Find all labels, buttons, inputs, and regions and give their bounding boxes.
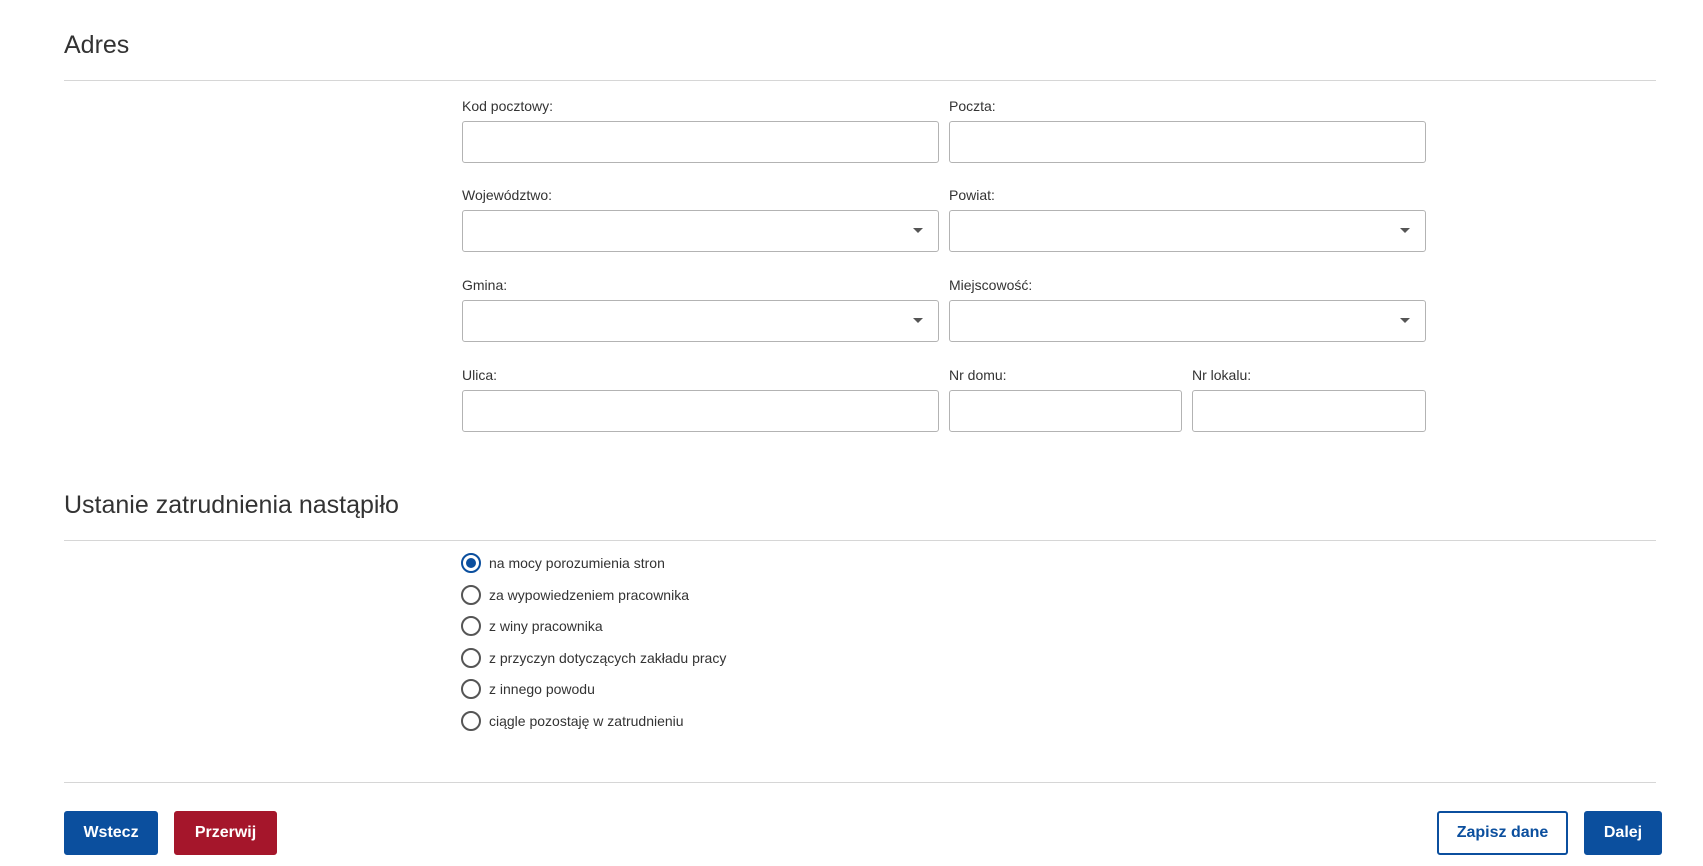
back-button[interactable]: Wstecz bbox=[64, 811, 158, 855]
apartment-number-label: Nr lokalu: bbox=[1192, 367, 1252, 383]
street-input[interactable] bbox=[463, 391, 938, 431]
radio-option[interactable]: z przyczyn dotyczących zakładu pracy bbox=[461, 647, 727, 668]
radio-option-label: z winy pracownika bbox=[489, 618, 603, 634]
post-office-box bbox=[949, 121, 1426, 163]
street-box bbox=[462, 390, 939, 432]
street-field: Ulica: bbox=[462, 366, 939, 432]
radio-option[interactable]: z winy pracownika bbox=[461, 616, 726, 636]
post-office-input[interactable] bbox=[950, 122, 1425, 162]
voivodeship-field: Województwo: bbox=[462, 186, 939, 252]
locality-field: Miejscowość: bbox=[949, 276, 1426, 342]
street-label: Ulica: bbox=[462, 367, 498, 383]
next-button[interactable]: Dalej bbox=[1584, 811, 1662, 855]
house-number-field: Nr domu: bbox=[949, 366, 1182, 432]
radio-option[interactable]: na mocy porozumienia stron bbox=[461, 553, 726, 573]
radio-option-label: na mocy porozumienia stron bbox=[489, 555, 665, 571]
radio-option[interactable]: za wypowiedzeniem pracownika bbox=[461, 584, 726, 605]
house-number-box bbox=[949, 390, 1182, 432]
voivodeship-label: Województwo: bbox=[462, 187, 553, 203]
postal-code-field: Kod pocztowy: bbox=[462, 97, 939, 163]
form-page: Adres Kod pocztowy: Poczta: Województwo:… bbox=[0, 0, 1703, 866]
radio-option-label: z innego powodu bbox=[489, 681, 595, 697]
postal-code-label: Kod pocztowy: bbox=[462, 98, 554, 114]
apartment-number-field: Nr lokalu: bbox=[1192, 366, 1426, 432]
chevron-down-icon bbox=[1400, 318, 1410, 323]
address-divider bbox=[64, 80, 1656, 81]
chevron-down-icon bbox=[913, 228, 923, 233]
radio-option[interactable]: z innego powodu bbox=[461, 679, 726, 699]
chevron-down-icon bbox=[1400, 228, 1410, 233]
postal-code-input[interactable] bbox=[463, 122, 938, 162]
abort-button[interactable]: Przerwij bbox=[174, 811, 277, 855]
apartment-number-input[interactable] bbox=[1193, 391, 1425, 431]
radio-option[interactable]: ciągle pozostaję w zatrudnieniu bbox=[461, 710, 726, 731]
post-office-field: Poczta: bbox=[949, 97, 1426, 163]
house-number-input[interactable] bbox=[950, 391, 1181, 431]
radio-button[interactable] bbox=[461, 616, 481, 636]
voivodeship-select[interactable] bbox=[462, 210, 939, 252]
employment-end-divider bbox=[64, 540, 1656, 541]
chevron-down-icon bbox=[913, 318, 923, 323]
locality-label: Miejscowość: bbox=[949, 277, 1033, 293]
radio-option-label: ciągle pozostaję w zatrudnieniu bbox=[489, 712, 684, 729]
radio-button[interactable] bbox=[461, 584, 481, 605]
employment-end-section-title: Ustanie zatrudnienia nastąpiło bbox=[64, 491, 399, 519]
house-number-label: Nr domu: bbox=[949, 367, 1007, 383]
radio-button[interactable] bbox=[461, 553, 481, 573]
apartment-number-box bbox=[1192, 390, 1426, 432]
post-office-label: Poczta: bbox=[949, 98, 996, 114]
commune-label: Gmina: bbox=[462, 277, 508, 293]
radio-option-label: za wypowiedzeniem pracownika bbox=[489, 586, 689, 603]
county-field: Powiat: bbox=[949, 186, 1426, 252]
radio-button[interactable] bbox=[461, 710, 481, 731]
county-select[interactable] bbox=[949, 210, 1426, 252]
save-data-button[interactable]: Zapisz dane bbox=[1437, 811, 1568, 855]
footer-divider bbox=[64, 782, 1656, 783]
address-section-title: Adres bbox=[64, 31, 130, 59]
county-label: Powiat: bbox=[949, 187, 995, 203]
commune-select[interactable] bbox=[462, 300, 939, 342]
locality-select[interactable] bbox=[949, 300, 1426, 342]
radio-button[interactable] bbox=[461, 647, 481, 668]
postal-code-box bbox=[462, 121, 939, 163]
commune-field: Gmina: bbox=[462, 276, 939, 342]
radio-option-label: z przyczyn dotyczących zakładu pracy bbox=[489, 649, 727, 666]
employment-end-radio-group: na mocy porozumienia stron za wypowiedze… bbox=[461, 553, 726, 742]
radio-button[interactable] bbox=[461, 679, 481, 699]
